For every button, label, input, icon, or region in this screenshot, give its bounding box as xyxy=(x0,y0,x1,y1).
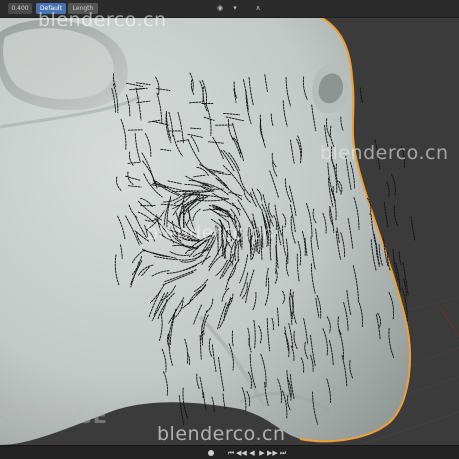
watermark-top: blenderco.cn xyxy=(38,9,167,31)
overlay-icon[interactable]: ▾ xyxy=(228,3,242,14)
hair-strand xyxy=(398,251,402,266)
hair-strand xyxy=(410,216,416,241)
curve-icon[interactable]: ∧ xyxy=(252,3,264,14)
hair-strand xyxy=(386,181,390,197)
play-button[interactable]: ▶ xyxy=(257,448,267,458)
viewport-shading-icon[interactable]: ◉ xyxy=(214,3,226,14)
hair-strand xyxy=(359,87,364,104)
brush-strength-field[interactable]: 0.400 xyxy=(8,3,32,14)
jump-end-button[interactable]: ⏭ xyxy=(278,448,288,458)
play-reverse-button[interactable]: ◀ xyxy=(247,448,257,458)
watermark-bottom: blenderco.cn xyxy=(157,423,286,445)
jump-start-button[interactable]: ⏮ xyxy=(226,448,236,458)
timeline-bar: ⏮ ◀◀ ◀ ▶ ▶▶ ⏭ xyxy=(0,445,459,459)
next-keyframe-button[interactable]: ▶▶ xyxy=(267,448,278,458)
hair-strand xyxy=(393,205,399,227)
previous-keyframe-button[interactable]: ◀◀ xyxy=(236,448,247,458)
watermark-center: blenderco.cn xyxy=(146,222,275,244)
keyframe-dot-icon[interactable] xyxy=(208,450,214,456)
hair-strand xyxy=(383,202,389,229)
hair-strand xyxy=(391,173,396,197)
blender-window: 0.400 Default Length ◉ ▾ ∧ blenderco.cn … xyxy=(0,0,459,459)
brand-logo: X GRACE xyxy=(0,404,108,428)
x-axis-line xyxy=(439,306,459,338)
watermark-middle: blenderco.cn xyxy=(320,142,449,164)
